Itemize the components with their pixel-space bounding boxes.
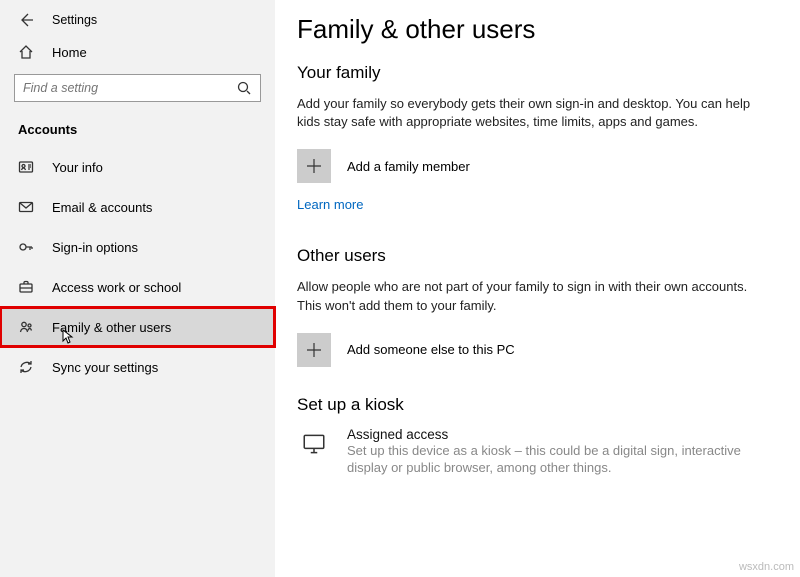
assigned-access[interactable]: Assigned access Set up this device as a … bbox=[297, 427, 770, 477]
plus-icon bbox=[297, 149, 331, 183]
briefcase-icon bbox=[18, 279, 34, 295]
search-field[interactable] bbox=[14, 74, 261, 102]
back-icon[interactable] bbox=[18, 12, 34, 28]
nav-label: Email & accounts bbox=[52, 200, 152, 215]
cursor-icon bbox=[62, 329, 74, 345]
sidebar: Settings Home Accounts Your info Email &… bbox=[0, 0, 275, 577]
search-input[interactable] bbox=[23, 81, 236, 95]
app-title: Settings bbox=[52, 13, 97, 27]
nav-sync-settings[interactable]: Sync your settings bbox=[0, 347, 275, 387]
nav-your-info[interactable]: Your info bbox=[0, 147, 275, 187]
others-heading: Other users bbox=[297, 246, 770, 266]
family-desc: Add your family so everybody gets their … bbox=[297, 95, 767, 131]
add-other-user[interactable]: Add someone else to this PC bbox=[297, 333, 770, 367]
people-icon bbox=[18, 319, 34, 335]
sync-icon bbox=[18, 359, 34, 375]
nav-email-accounts[interactable]: Email & accounts bbox=[0, 187, 275, 227]
plus-icon bbox=[297, 333, 331, 367]
home-link[interactable]: Home bbox=[0, 36, 275, 68]
family-heading: Your family bbox=[297, 63, 770, 83]
add-family-label: Add a family member bbox=[347, 159, 470, 174]
key-icon bbox=[18, 239, 34, 255]
header-row: Settings bbox=[0, 0, 275, 36]
kiosk-text: Assigned access Set up this device as a … bbox=[347, 427, 747, 477]
add-other-label: Add someone else to this PC bbox=[347, 342, 515, 357]
page-title: Family & other users bbox=[297, 14, 770, 45]
kiosk-title: Assigned access bbox=[347, 427, 747, 442]
kiosk-desc: Set up this device as a kiosk – this cou… bbox=[347, 442, 747, 477]
mail-icon bbox=[18, 199, 34, 215]
home-icon bbox=[18, 44, 34, 60]
search-icon bbox=[236, 80, 252, 96]
nav-label: Sync your settings bbox=[52, 360, 158, 375]
watermark: wsxdn.com bbox=[739, 561, 794, 573]
add-family-member[interactable]: Add a family member bbox=[297, 149, 770, 183]
nav-label: Access work or school bbox=[52, 280, 181, 295]
kiosk-heading: Set up a kiosk bbox=[297, 395, 770, 415]
nav-family-other-users[interactable]: Family & other users bbox=[0, 307, 275, 347]
learn-more-link[interactable]: Learn more bbox=[297, 197, 363, 212]
nav-label: Sign-in options bbox=[52, 240, 138, 255]
nav-signin-options[interactable]: Sign-in options bbox=[0, 227, 275, 267]
home-label: Home bbox=[52, 45, 87, 60]
others-desc: Allow people who are not part of your fa… bbox=[297, 278, 767, 314]
main-content: Family & other users Your family Add you… bbox=[275, 0, 800, 577]
monitor-icon bbox=[297, 427, 331, 461]
nav-label: Your info bbox=[52, 160, 103, 175]
section-label: Accounts bbox=[0, 104, 275, 147]
search-wrap bbox=[0, 68, 275, 104]
nav-work-school[interactable]: Access work or school bbox=[0, 267, 275, 307]
person-card-icon bbox=[18, 159, 34, 175]
